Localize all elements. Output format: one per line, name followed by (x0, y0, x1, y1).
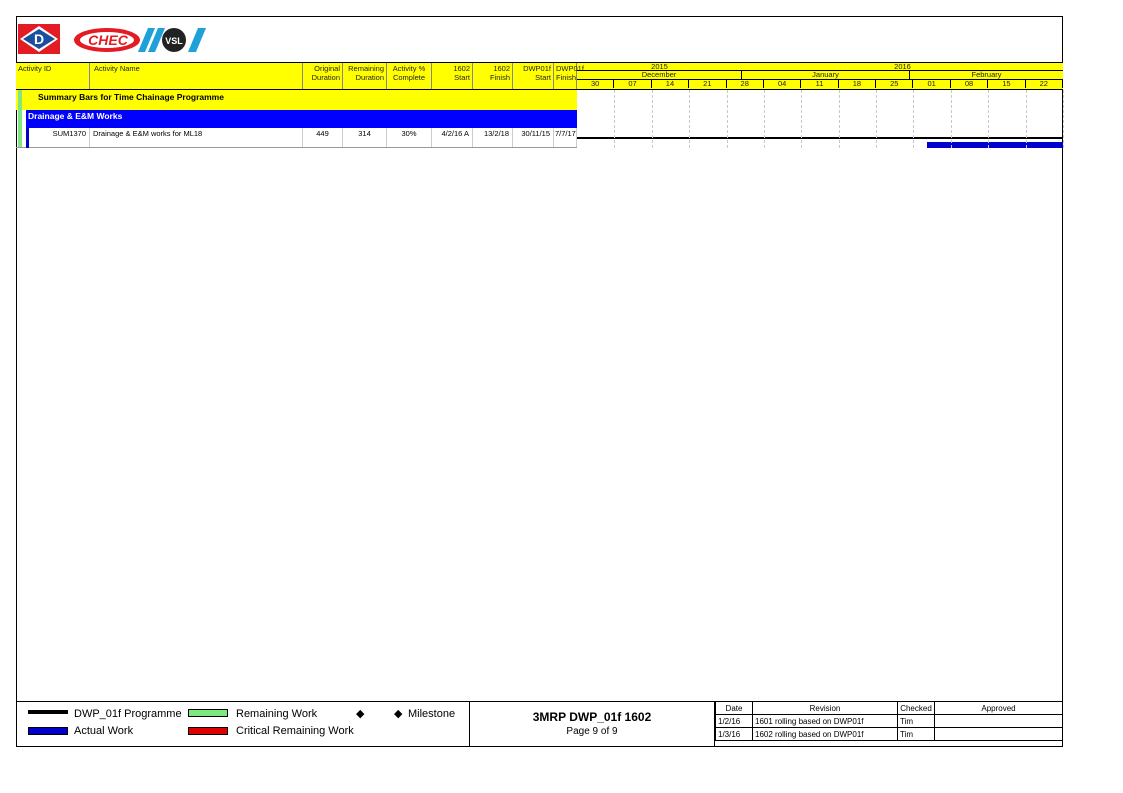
remaining-swatch (188, 709, 228, 717)
actual-work-bar (927, 142, 1063, 148)
grid-line (1063, 90, 1064, 148)
summary-title: Summary Bars for Time Chainage Programme (38, 92, 224, 102)
grid-line (651, 90, 653, 148)
grid-line (988, 90, 990, 148)
grid-line (763, 90, 765, 148)
col-dwp-finish[interactable]: DWP01f Finish (554, 63, 584, 89)
rev-approved (934, 727, 1063, 741)
group-row[interactable]: Drainage & E&M Works (26, 110, 577, 128)
rev-description: 1602 rolling based on DWP01f (752, 727, 898, 741)
cell-dwp-finish: 7/7/17 (554, 128, 577, 147)
cell-original-duration: 449 (303, 128, 343, 147)
rev-checked: Tim (897, 714, 935, 728)
week-label: 15 (988, 80, 1026, 88)
week-label: 08 (951, 80, 989, 88)
programme-bar (577, 137, 1063, 139)
col-1602-start[interactable]: 1602 Start (432, 63, 473, 89)
grid-line (876, 90, 878, 148)
rev-header-revision: Revision (752, 701, 898, 715)
revision-row: 1/3/16 1602 rolling based on DWP01f Tim (715, 727, 1063, 741)
revision-row: 1/2/16 1601 rolling based on DWP01f Tim (715, 714, 1063, 728)
week-label: 01 (913, 80, 951, 88)
rev-checked: Tim (897, 727, 935, 741)
cell-dwp-start: 30/11/15 (513, 128, 554, 147)
rev-description: 1601 rolling based on DWP01f (752, 714, 898, 728)
legend-actual: Actual Work (74, 725, 134, 737)
critical-swatch (188, 727, 228, 735)
week-label: 25 (876, 80, 914, 88)
col-dwp-start[interactable]: DWP01f Start (513, 63, 554, 89)
page-number: Page 9 of 9 (566, 726, 618, 737)
d-logo: D (18, 24, 60, 59)
rev-approved (934, 714, 1063, 728)
diamond-icon: ◆ (356, 708, 365, 720)
programme-swatch (28, 710, 68, 714)
diamond-icon: ◆ (394, 708, 403, 720)
document-title: 3MRP DWP_01f 1602 (532, 710, 652, 724)
week-label: 11 (801, 80, 839, 88)
grid-line (838, 90, 840, 148)
month-january: January (742, 71, 910, 79)
chec-logo: CHEC (72, 26, 142, 59)
table-row[interactable]: SUM1370 Drainage & E&M works for ML18 44… (16, 128, 577, 148)
rev-header-checked: Checked (897, 701, 935, 715)
week-label: 04 (764, 80, 802, 88)
cell-complete: 30% (387, 128, 432, 147)
actual-swatch (28, 727, 68, 735)
grid-line (726, 90, 728, 148)
rev-date: 1/3/16 (715, 727, 753, 741)
svg-text:VSL: VSL (165, 36, 183, 46)
gantt-grid (577, 90, 1064, 148)
col-activity-name[interactable]: Activity Name (90, 63, 303, 89)
summary-row[interactable]: Summary Bars for Time Chainage Programme (16, 90, 577, 148)
legend-milestone: Milestone (408, 708, 456, 720)
rev-date: 1/2/16 (715, 714, 753, 728)
month-december: December (577, 71, 742, 79)
grid-line (614, 90, 616, 148)
week-label: 30 (577, 80, 615, 88)
vsl-logo: VSL (138, 26, 208, 59)
cell-activity-id: SUM1370 (30, 128, 90, 147)
group-title: Drainage & E&M Works (28, 111, 123, 121)
legend-critical: Critical Remaining Work (236, 725, 354, 737)
week-label: 14 (652, 80, 690, 88)
rev-header-date: Date (715, 701, 753, 715)
col-activity-id[interactable]: Activity ID (16, 63, 90, 89)
timescale-header: 2015 2016 December January February 30 07… (577, 62, 1063, 90)
week-label: 21 (689, 80, 727, 88)
week-label: 28 (727, 80, 764, 88)
grid-line (1025, 90, 1027, 148)
cell-remaining-duration: 314 (343, 128, 387, 147)
week-label: 18 (839, 80, 877, 88)
col-original-duration[interactable]: Original Duration (303, 63, 343, 89)
logo-bar: D CHEC VSL (16, 22, 316, 56)
rev-header-approved: Approved (934, 701, 1063, 715)
grid-line (689, 90, 691, 148)
cell-1602-finish: 13/2/18 (473, 128, 513, 147)
cell-1602-start: 4/2/16 A (432, 128, 473, 147)
legend-programme: DWP_01f Programme (74, 708, 182, 720)
col-remaining-duration[interactable]: Remaining Duration (343, 63, 387, 89)
cell-activity-name: Drainage & E&M works for ML18 (90, 128, 303, 147)
svg-text:CHEC: CHEC (88, 32, 129, 48)
revision-table: Date Revision Checked Approved 1/2/16 16… (715, 701, 1063, 747)
legend-remaining: Remaining Work (236, 708, 318, 720)
grid-line (913, 90, 915, 148)
month-february: February (971, 70, 1002, 79)
col-activity-complete[interactable]: Activity % Complete (387, 63, 432, 89)
svg-text:D: D (34, 31, 44, 47)
week-label: 22 (1026, 80, 1063, 88)
title-block: 3MRP DWP_01f 1602 Page 9 of 9 (469, 701, 715, 747)
col-1602-finish[interactable]: 1602 Finish (473, 63, 513, 89)
grid-line (801, 90, 803, 148)
grid-line (950, 90, 952, 148)
week-label: 07 (614, 80, 652, 88)
